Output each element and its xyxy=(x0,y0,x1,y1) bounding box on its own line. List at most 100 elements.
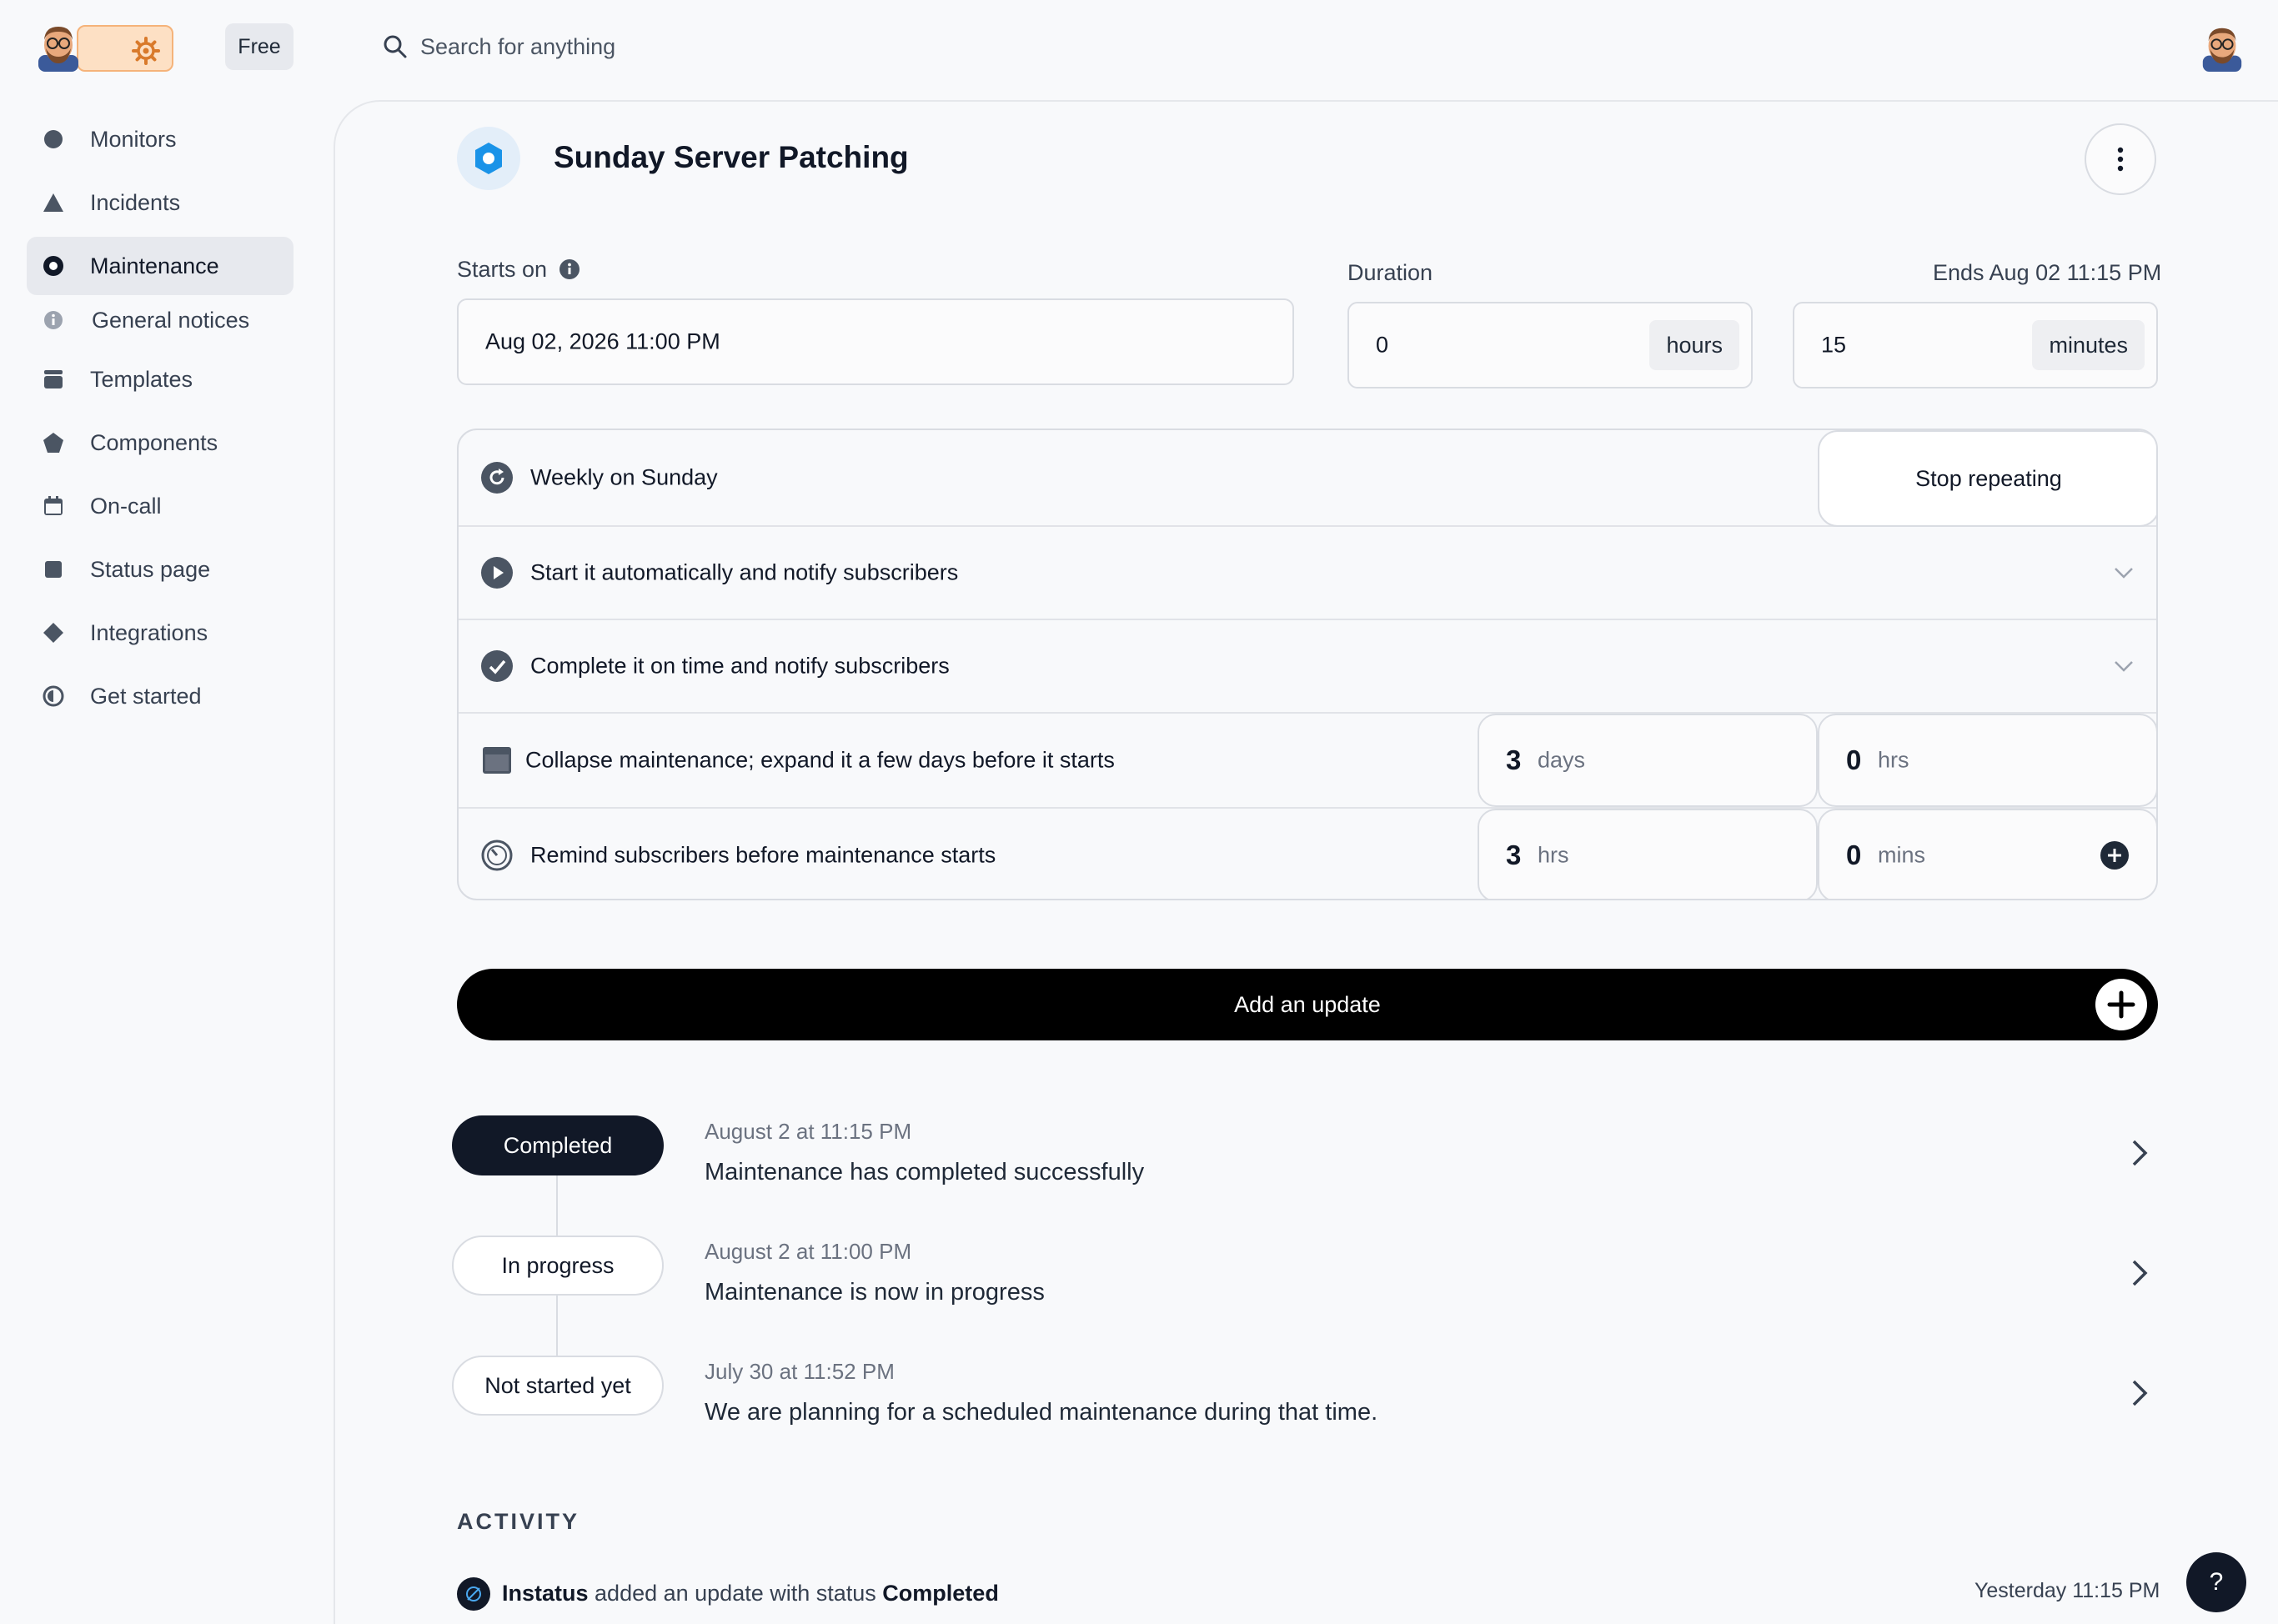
add-reminder-icon[interactable] xyxy=(2100,840,2130,870)
plan-badge[interactable]: Free xyxy=(225,23,294,70)
remind-label: Remind subscribers before maintenance st… xyxy=(530,842,996,868)
auto-complete-row[interactable]: Complete it on time and notify subscribe… xyxy=(459,620,2156,714)
auto-complete-label: Complete it on time and notify subscribe… xyxy=(530,653,950,679)
circle-icon xyxy=(42,128,65,151)
sidebar-item-integrations[interactable]: Integrations xyxy=(27,604,294,662)
remind-mins-value: 0 xyxy=(1846,840,1862,870)
collapse-hrs-unit: hrs xyxy=(1878,747,1909,773)
search-icon xyxy=(384,35,407,58)
timer-icon xyxy=(480,839,514,872)
avatar-icon xyxy=(38,27,78,72)
hexagon-icon xyxy=(475,143,502,174)
page-title: Sunday Server Patching xyxy=(554,140,909,174)
duration-hours-value: 0 xyxy=(1376,332,1389,358)
app-logo[interactable] xyxy=(33,22,173,72)
activity-heading: ACTIVITY xyxy=(457,1509,580,1534)
gear-icon xyxy=(132,37,160,65)
duration-hours-field[interactable]: 0 hours xyxy=(1347,302,1753,388)
maintenance-options: Weekly on Sunday Stop repeating Start it… xyxy=(457,429,2158,900)
add-update-label: Add an update xyxy=(1234,991,1381,1017)
pentagon-icon xyxy=(42,431,65,454)
auto-start-row[interactable]: Start it automatically and notify subscr… xyxy=(459,527,2156,620)
minutes-unit: minutes xyxy=(2032,320,2145,370)
ends-label: Ends Aug 02 11:15 PM xyxy=(1933,260,2162,285)
search-input[interactable] xyxy=(420,25,1004,68)
update-message: We are planning for a scheduled maintena… xyxy=(705,1399,1378,1426)
sidebar-item-label: Templates xyxy=(90,366,193,392)
chevron-down-icon xyxy=(2115,661,2133,672)
chevron-right-icon[interactable] xyxy=(2131,1259,2148,1287)
remind-hrs-unit: hrs xyxy=(1538,842,1569,868)
sidebar-item-label: General notices xyxy=(92,307,250,333)
sidebar-item-general-notices[interactable]: General notices xyxy=(27,295,294,345)
remind-row: Remind subscribers before maintenance st… xyxy=(459,809,2156,899)
duration-minutes-value: 15 xyxy=(1821,332,1847,358)
sidebar-item-monitors[interactable]: Monitors xyxy=(27,110,294,168)
sidebar-item-templates[interactable]: Templates xyxy=(27,350,294,409)
help-button[interactable]: ? xyxy=(2186,1552,2246,1612)
sidebar-item-label: Monitors xyxy=(90,126,177,152)
activity-status: Completed xyxy=(882,1581,999,1606)
remind-mins-unit: mins xyxy=(1878,842,1926,868)
sidebar-item-label: Components xyxy=(90,429,218,455)
square-icon xyxy=(42,558,65,581)
collapse-label: Collapse maintenance; expand it a few da… xyxy=(525,747,1115,773)
collapse-hrs-value: 0 xyxy=(1846,744,1862,775)
sidebar-item-on-call[interactable]: On-call xyxy=(27,477,294,535)
user-avatar[interactable] xyxy=(2198,23,2246,72)
sidebar-item-label: Maintenance xyxy=(90,253,219,278)
repeat-icon xyxy=(480,461,514,494)
top-bar: Free xyxy=(0,0,2278,97)
triangle-icon xyxy=(42,191,65,214)
sidebar-item-label: On-call xyxy=(90,493,162,519)
status-badge-not-started[interactable]: Not started yet xyxy=(452,1356,664,1416)
sidebar-item-label: Incidents xyxy=(90,189,181,215)
remind-mins-field[interactable]: 0 mins xyxy=(1818,809,2156,899)
update-date: August 2 at 11:15 PM xyxy=(705,1119,912,1144)
chevron-right-icon[interactable] xyxy=(2131,1379,2148,1407)
repeat-label: Weekly on Sunday xyxy=(530,464,718,490)
update-date: August 2 at 11:00 PM xyxy=(705,1239,912,1264)
starts-on-label: Starts on xyxy=(457,257,548,282)
logo-gear-badge xyxy=(77,25,173,72)
collapse-hrs-field[interactable]: 0 hrs xyxy=(1818,714,2156,807)
timeline-connector xyxy=(556,1296,558,1356)
duration-label: Duration xyxy=(1347,260,1433,285)
update-date: July 30 at 11:52 PM xyxy=(705,1359,895,1384)
sidebar-item-components[interactable]: Components xyxy=(27,414,294,472)
collapse-days-unit: days xyxy=(1538,747,1586,773)
window-icon xyxy=(480,744,514,777)
starts-on-field[interactable]: Aug 02, 2026 11:00 PM xyxy=(457,298,1294,385)
hours-unit: hours xyxy=(1649,320,1739,370)
more-options-button[interactable] xyxy=(2085,123,2156,195)
status-badge-in-progress[interactable]: In progress xyxy=(452,1236,664,1296)
status-badge-completed[interactable]: Completed xyxy=(452,1115,664,1175)
activity-time: Yesterday 11:15 PM xyxy=(1974,1579,2160,1602)
play-icon xyxy=(480,556,514,589)
sidebar-item-get-started[interactable]: Get started xyxy=(27,667,294,725)
duration-minutes-field[interactable]: 15 minutes xyxy=(1793,302,2158,388)
info-icon[interactable] xyxy=(559,258,580,280)
starts-on-value: Aug 02, 2026 11:00 PM xyxy=(485,328,720,354)
calendar-icon xyxy=(42,494,65,518)
sidebar-item-incidents[interactable]: Incidents xyxy=(27,173,294,232)
half-circle-icon xyxy=(42,684,65,708)
chevron-right-icon[interactable] xyxy=(2131,1139,2148,1167)
remind-hrs-field[interactable]: 3 hrs xyxy=(1478,809,1818,899)
diamond-icon xyxy=(42,621,65,644)
collapse-days-value: 3 xyxy=(1506,744,1522,775)
sidebar-item-maintenance[interactable]: Maintenance xyxy=(27,237,294,295)
auto-start-label: Start it automatically and notify subscr… xyxy=(530,559,959,585)
instatus-logo-icon xyxy=(457,1577,490,1611)
update-message: Maintenance is now in progress xyxy=(705,1279,1045,1306)
collapse-row: Collapse maintenance; expand it a few da… xyxy=(459,714,2156,809)
add-update-button[interactable]: Add an update xyxy=(457,969,2158,1040)
stop-repeating-button[interactable]: Stop repeating xyxy=(1818,430,2156,527)
activity-action: added an update with status xyxy=(588,1581,883,1606)
chevron-down-icon xyxy=(2115,568,2133,579)
sidebar-item-status-page[interactable]: Status page xyxy=(27,540,294,599)
remind-hrs-value: 3 xyxy=(1506,840,1522,870)
kebab-menu-icon xyxy=(2117,147,2124,172)
maintenance-status-icon xyxy=(457,127,520,190)
collapse-days-field[interactable]: 3 days xyxy=(1478,714,1818,807)
